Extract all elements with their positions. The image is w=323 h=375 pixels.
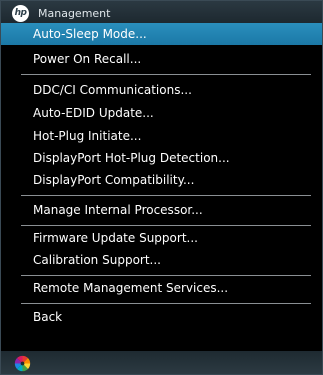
menu-item-ddc-ci-communications[interactable]: DDC/CI Communications... xyxy=(1,79,322,101)
menu-item-auto-sleep-mode[interactable]: Auto-Sleep Mode... xyxy=(1,23,322,45)
menu-divider xyxy=(21,303,311,304)
menu-title: Management xyxy=(38,7,111,20)
menu-item-displayport-compatibility[interactable]: DisplayPort Compatibility... xyxy=(1,169,322,191)
menu-divider xyxy=(21,275,311,276)
osd-footer xyxy=(1,351,322,374)
menu-divider xyxy=(21,225,311,226)
hp-logo: hp xyxy=(12,5,29,22)
menu-item-auto-edid-update[interactable]: Auto-EDID Update... xyxy=(1,102,322,124)
menu-item-firmware-update-support[interactable]: Firmware Update Support... xyxy=(1,227,322,249)
menu-item-calibration-support[interactable]: Calibration Support... xyxy=(1,249,322,271)
menu-item-back[interactable]: Back xyxy=(1,306,322,328)
menu-item-displayport-hot-plug-detection[interactable]: DisplayPort Hot-Plug Detection... xyxy=(1,147,322,169)
menu-item-hot-plug-initiate[interactable]: Hot-Plug Initiate... xyxy=(1,125,322,147)
menu-item-power-on-recall[interactable]: Power On Recall... xyxy=(1,48,322,70)
menu-divider xyxy=(21,74,311,75)
osd-window: hp Management Auto-Sleep Mode... Power O… xyxy=(0,0,323,375)
menu-item-remote-management-services[interactable]: Remote Management Services... xyxy=(1,277,322,299)
pinwheel-icon xyxy=(14,355,31,372)
menu-divider xyxy=(21,195,311,196)
menu-item-manage-internal-processor[interactable]: Manage Internal Processor... xyxy=(1,199,322,221)
